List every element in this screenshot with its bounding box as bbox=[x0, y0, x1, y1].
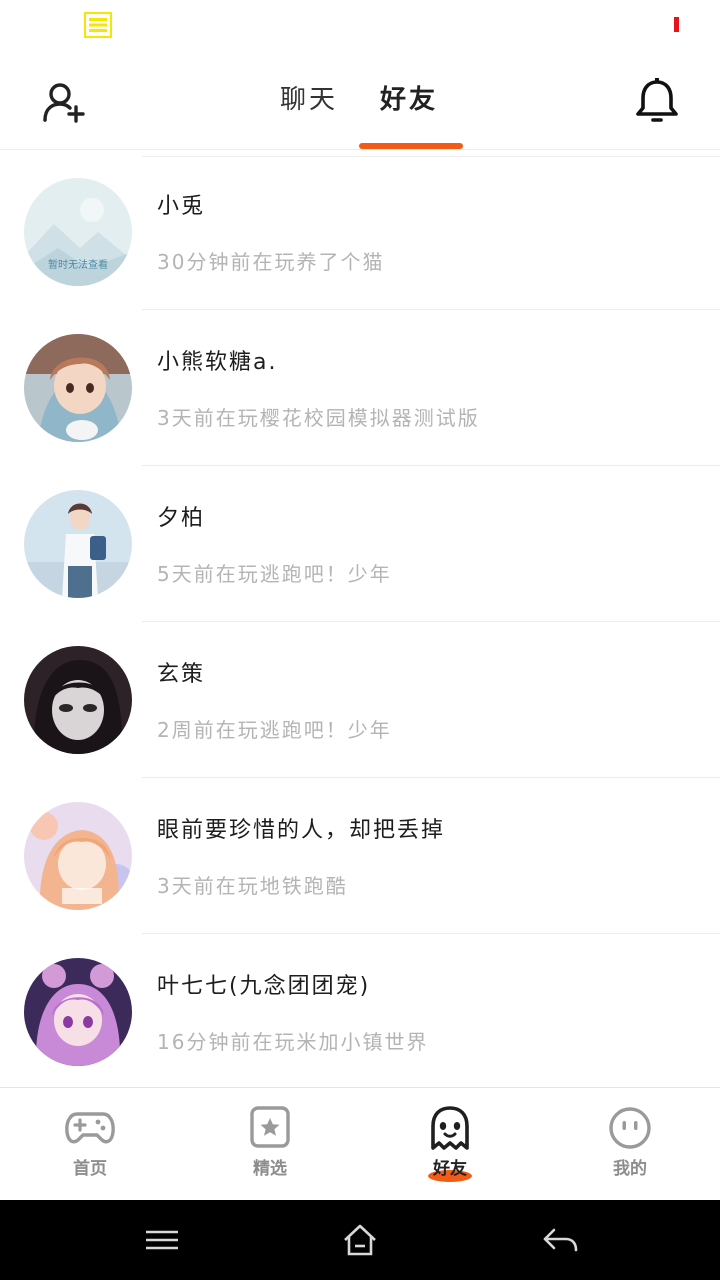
friend-activity: 30分钟前在玩养了个猫 bbox=[157, 250, 385, 274]
smiley-icon bbox=[609, 1107, 651, 1149]
nav-label-me: 我的 bbox=[613, 1159, 647, 1179]
gamepad-icon bbox=[65, 1112, 115, 1144]
friend-name: 叶七七(九念团团宠) bbox=[157, 974, 371, 999]
friend-name: 小熊软糖a. bbox=[157, 350, 278, 375]
avatar-image bbox=[24, 958, 132, 1066]
friend-name: 夕柏 bbox=[157, 506, 206, 531]
back-icon[interactable] bbox=[540, 1220, 580, 1260]
system-nav-bar bbox=[0, 1200, 720, 1280]
nav-item-home[interactable]: 首页 bbox=[0, 1088, 180, 1201]
status-bar bbox=[0, 0, 720, 52]
avatar-image bbox=[24, 802, 132, 910]
avatar-image bbox=[24, 334, 132, 442]
menu-lines-icon bbox=[84, 12, 112, 38]
home-icon[interactable] bbox=[340, 1220, 380, 1260]
avatar-image bbox=[24, 646, 132, 754]
friend-name: 玄策 bbox=[157, 662, 206, 687]
nav-item-featured[interactable]: 精选 bbox=[180, 1088, 360, 1201]
avatar[interactable] bbox=[24, 802, 132, 910]
friend-name: 小兎 bbox=[157, 194, 206, 219]
active-tab-indicator bbox=[359, 143, 463, 149]
friend-activity: 5天前在玩逃跑吧！少年 bbox=[157, 562, 392, 586]
avatar[interactable] bbox=[24, 958, 132, 1066]
friend-row[interactable]: 夕柏 5天前在玩逃跑吧！少年 bbox=[0, 466, 720, 622]
nav-label-home: 首页 bbox=[73, 1159, 107, 1179]
nav-label-friends: 好友 bbox=[433, 1159, 467, 1179]
menu-icon[interactable] bbox=[142, 1220, 182, 1260]
avatar[interactable]: 暂时无法查看 bbox=[24, 178, 132, 286]
friend-activity: 3天前在玩地铁跑酷 bbox=[157, 874, 348, 898]
friend-name: 眼前要珍惜的人，却把丢掉 bbox=[157, 818, 446, 843]
top-bar: 聊天 好友 bbox=[0, 52, 720, 150]
friend-activity: 3天前在玩樱花校园模拟器测试版 bbox=[157, 406, 480, 430]
friend-row[interactable]: 小熊软糖a. 3天前在玩樱花校园模拟器测试版 bbox=[0, 310, 720, 466]
avatar[interactable] bbox=[24, 490, 132, 598]
friend-row[interactable]: 眼前要珍惜的人，却把丢掉 3天前在玩地铁跑酷 bbox=[0, 778, 720, 934]
nav-label-featured: 精选 bbox=[253, 1159, 287, 1179]
star-badge-icon bbox=[250, 1106, 290, 1148]
friend-row[interactable]: 玄策 2周前在玩逃跑吧！少年 bbox=[0, 622, 720, 778]
avatar-placeholder-image: 暂时无法查看 bbox=[24, 178, 132, 286]
bell-icon[interactable] bbox=[632, 76, 682, 126]
friend-activity: 16分钟前在玩米加小镇世界 bbox=[157, 1030, 429, 1054]
bottom-nav: 首页 精选 好友 我的 bbox=[0, 1087, 720, 1200]
nav-item-me[interactable]: 我的 bbox=[540, 1088, 720, 1201]
friend-list: 暂时无法查看 小兎 30分钟前在玩养了个猫 小熊软糖a. 3天前在玩樱花校园模拟… bbox=[0, 154, 720, 1090]
friend-row[interactable]: 暂时无法查看 小兎 30分钟前在玩养了个猫 bbox=[0, 154, 720, 310]
tab-chat[interactable]: 聊天 bbox=[280, 82, 338, 118]
avatar[interactable] bbox=[24, 334, 132, 442]
avatar-image bbox=[24, 490, 132, 598]
nav-item-friends[interactable]: 好友 bbox=[360, 1088, 540, 1201]
tab-friends[interactable]: 好友 bbox=[380, 82, 438, 118]
avatar-placeholder-label: 暂时无法查看 bbox=[48, 258, 108, 271]
friend-activity: 2周前在玩逃跑吧！少年 bbox=[157, 718, 392, 742]
ghost-icon bbox=[431, 1106, 469, 1150]
status-indicator bbox=[674, 17, 679, 32]
add-user-icon[interactable] bbox=[40, 80, 88, 126]
avatar[interactable] bbox=[24, 646, 132, 754]
friend-row[interactable]: 叶七七(九念团团宠) 16分钟前在玩米加小镇世界 bbox=[0, 934, 720, 1090]
